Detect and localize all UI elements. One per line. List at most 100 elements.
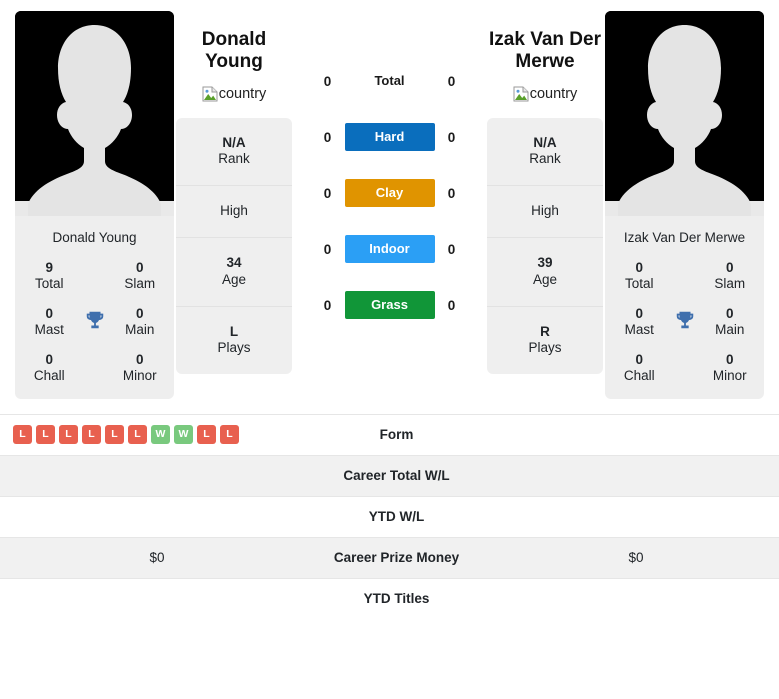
stat-minor: 0 Minor	[112, 352, 169, 384]
right-info-high-value: High	[531, 203, 559, 219]
form-badge-l: L	[197, 425, 216, 445]
stat-chall-label: Chall	[33, 368, 65, 384]
stat-mast-label: Mast	[624, 322, 654, 338]
right-player-country-alt: country	[529, 85, 578, 102]
left-player-country-alt: country	[218, 85, 267, 102]
table-row-ytd_titles: YTD Titles	[0, 577, 779, 620]
right-info-plays-value: R	[540, 323, 550, 339]
table-row-ytd_wl: YTD W/L	[0, 495, 779, 538]
stat-main: 0 Main	[702, 306, 759, 338]
surface-row-indoor: 0 Indoor 0	[306, 235, 474, 263]
stat-mast: 0 Mast	[611, 306, 668, 338]
row-career_total_wl-right-value	[479, 454, 779, 497]
row-career_total_wl-label: Career Total W/L	[314, 454, 479, 497]
stat-mast: 0 Mast	[21, 306, 78, 338]
broken-image-icon	[202, 86, 218, 102]
stat-minor-value: 0	[725, 352, 734, 368]
left-info-plays: L Plays	[176, 307, 292, 374]
form-badge-w: W	[151, 425, 170, 445]
left-player-name: Donald Young	[175, 11, 293, 74]
surface-row-clay: 0 Clay 0	[306, 179, 474, 207]
left-info-rank-label: Rank	[218, 151, 250, 166]
left-info-high-value: High	[220, 203, 248, 219]
left-info-age: 34 Age	[176, 238, 292, 307]
stat-mast-value: 0	[635, 305, 643, 321]
form-badge-w: W	[174, 425, 193, 445]
surface-total-right-value: 0	[447, 73, 456, 89]
stat-chall-value: 0	[45, 352, 53, 368]
surface-clay-right-value: 0	[447, 185, 456, 201]
stat-minor-value: 0	[135, 352, 144, 368]
right-titles-grid: 0 Total 0 Slam 0 Mast 0 Main 0 Chall 0 M…	[611, 260, 758, 385]
stat-main: 0 Main	[112, 306, 169, 338]
left-titles-grid: 9 Total 0 Slam 0 Mast 0 Main 0 Chall 0 M…	[21, 260, 168, 385]
right-player-avatar	[605, 11, 764, 216]
left-info-rank: N/A Rank	[176, 118, 292, 187]
right-info-age-label: Age	[532, 271, 558, 287]
right-player-titles-card: Izak Van Der Merwe 0 Total 0 Slam 0 Mast	[605, 216, 764, 399]
form-badge-l: L	[36, 425, 55, 445]
left-info-high: High	[176, 186, 292, 239]
row-career_prize_money-right-value: $0	[479, 536, 779, 579]
left-player-name-line1: Donald Young	[201, 29, 267, 73]
row-ytd_titles-label: YTD Titles	[314, 577, 479, 620]
right-info-rank-label: Rank	[529, 151, 561, 166]
stat-mast-value: 0	[45, 305, 53, 321]
broken-image-icon	[513, 86, 529, 102]
surface-hard-left-value: 0	[323, 129, 332, 145]
surface-grass-right-value: 0	[447, 297, 456, 313]
row-ytd_titles-right-value	[479, 577, 779, 620]
row-ytd_wl-label: YTD W/L	[314, 495, 479, 538]
stat-chall: 0 Chall	[611, 352, 668, 384]
stat-chall-label: Chall	[623, 368, 655, 384]
stat-slam-value: 0	[135, 259, 144, 275]
surface-hard-right-value: 0	[447, 129, 456, 145]
surface-indoor-label[interactable]: Indoor	[344, 235, 435, 263]
row-form-label: Form	[314, 413, 479, 456]
row-ytd_titles-left-value	[0, 577, 314, 620]
surface-total-left-value: 0	[323, 73, 332, 89]
surface-grass-label[interactable]: Grass	[344, 291, 435, 319]
surface-row-grass: 0 Grass 0	[306, 291, 474, 319]
right-info-age-value: 39	[537, 255, 553, 271]
left-player-card-name: Donald Young	[52, 230, 137, 245]
stat-total-label: Total	[34, 275, 64, 291]
surface-hard-label[interactable]: Hard	[344, 123, 435, 151]
surface-grass-left-value: 0	[323, 297, 332, 313]
left-player-column: Donald Young 9 Total 0 Slam 0 Mast 0 Mai…	[14, 11, 175, 405]
surface-indoor-left-value: 0	[323, 241, 332, 257]
surface-clay-label[interactable]: Clay	[344, 179, 435, 207]
left-player-avatar	[15, 11, 174, 216]
player-comparison-header: Donald Young 9 Total 0 Slam 0 Mast 0 Mai…	[0, 0, 779, 405]
right-player-card-name: Izak Van Der Merwe	[623, 230, 746, 245]
right-player-info-column: Izak Van Der Merwe country N/A Rank High…	[486, 11, 604, 375]
left-player-country: country	[202, 84, 267, 104]
stat-slam: 0 Slam	[702, 260, 759, 292]
left-info-plays-value: L	[229, 323, 239, 339]
stat-main-label: Main	[715, 322, 745, 338]
stat-main-value: 0	[725, 305, 734, 321]
left-info-plays-label: Plays	[217, 339, 251, 355]
row-ytd_wl-left-value	[0, 495, 314, 538]
right-info-rank-value: N/A	[533, 134, 557, 150]
stat-minor-label: Minor	[712, 368, 747, 384]
left-player-info-column: Donald Young country N/A Rank High 34 Ag	[175, 11, 293, 375]
left-player-titles-card: Donald Young 9 Total 0 Slam 0 Mast 0 Mai…	[15, 216, 174, 399]
trophy-icon	[78, 309, 112, 335]
form-badge-l: L	[59, 425, 78, 445]
form-badge-l: L	[220, 425, 239, 445]
stat-total-value: 9	[45, 259, 53, 275]
right-player-column: Izak Van Der Merwe 0 Total 0 Slam 0 Mast	[604, 11, 765, 405]
stat-chall: 0 Chall	[21, 352, 78, 384]
form-badge-l: L	[105, 425, 124, 445]
stat-total: 0 Total	[611, 260, 668, 292]
stat-total-value: 0	[635, 259, 643, 275]
row-form-right-value	[479, 413, 779, 456]
row-ytd_wl-right-value	[479, 495, 779, 538]
left-info-age-label: Age	[221, 271, 247, 287]
right-info-rank: N/A Rank	[487, 118, 603, 187]
right-player-info-card: N/A Rank High 39 Age R Plays	[487, 117, 603, 375]
right-info-plays-label: Plays	[528, 339, 562, 355]
form-badge-list: LLLLLLWWLL	[13, 425, 308, 445]
surface-breakdown: 0 Total 0 0 Hard 0 0 Clay 0 0 Indoor 0 0 Grass 0	[293, 11, 486, 319]
